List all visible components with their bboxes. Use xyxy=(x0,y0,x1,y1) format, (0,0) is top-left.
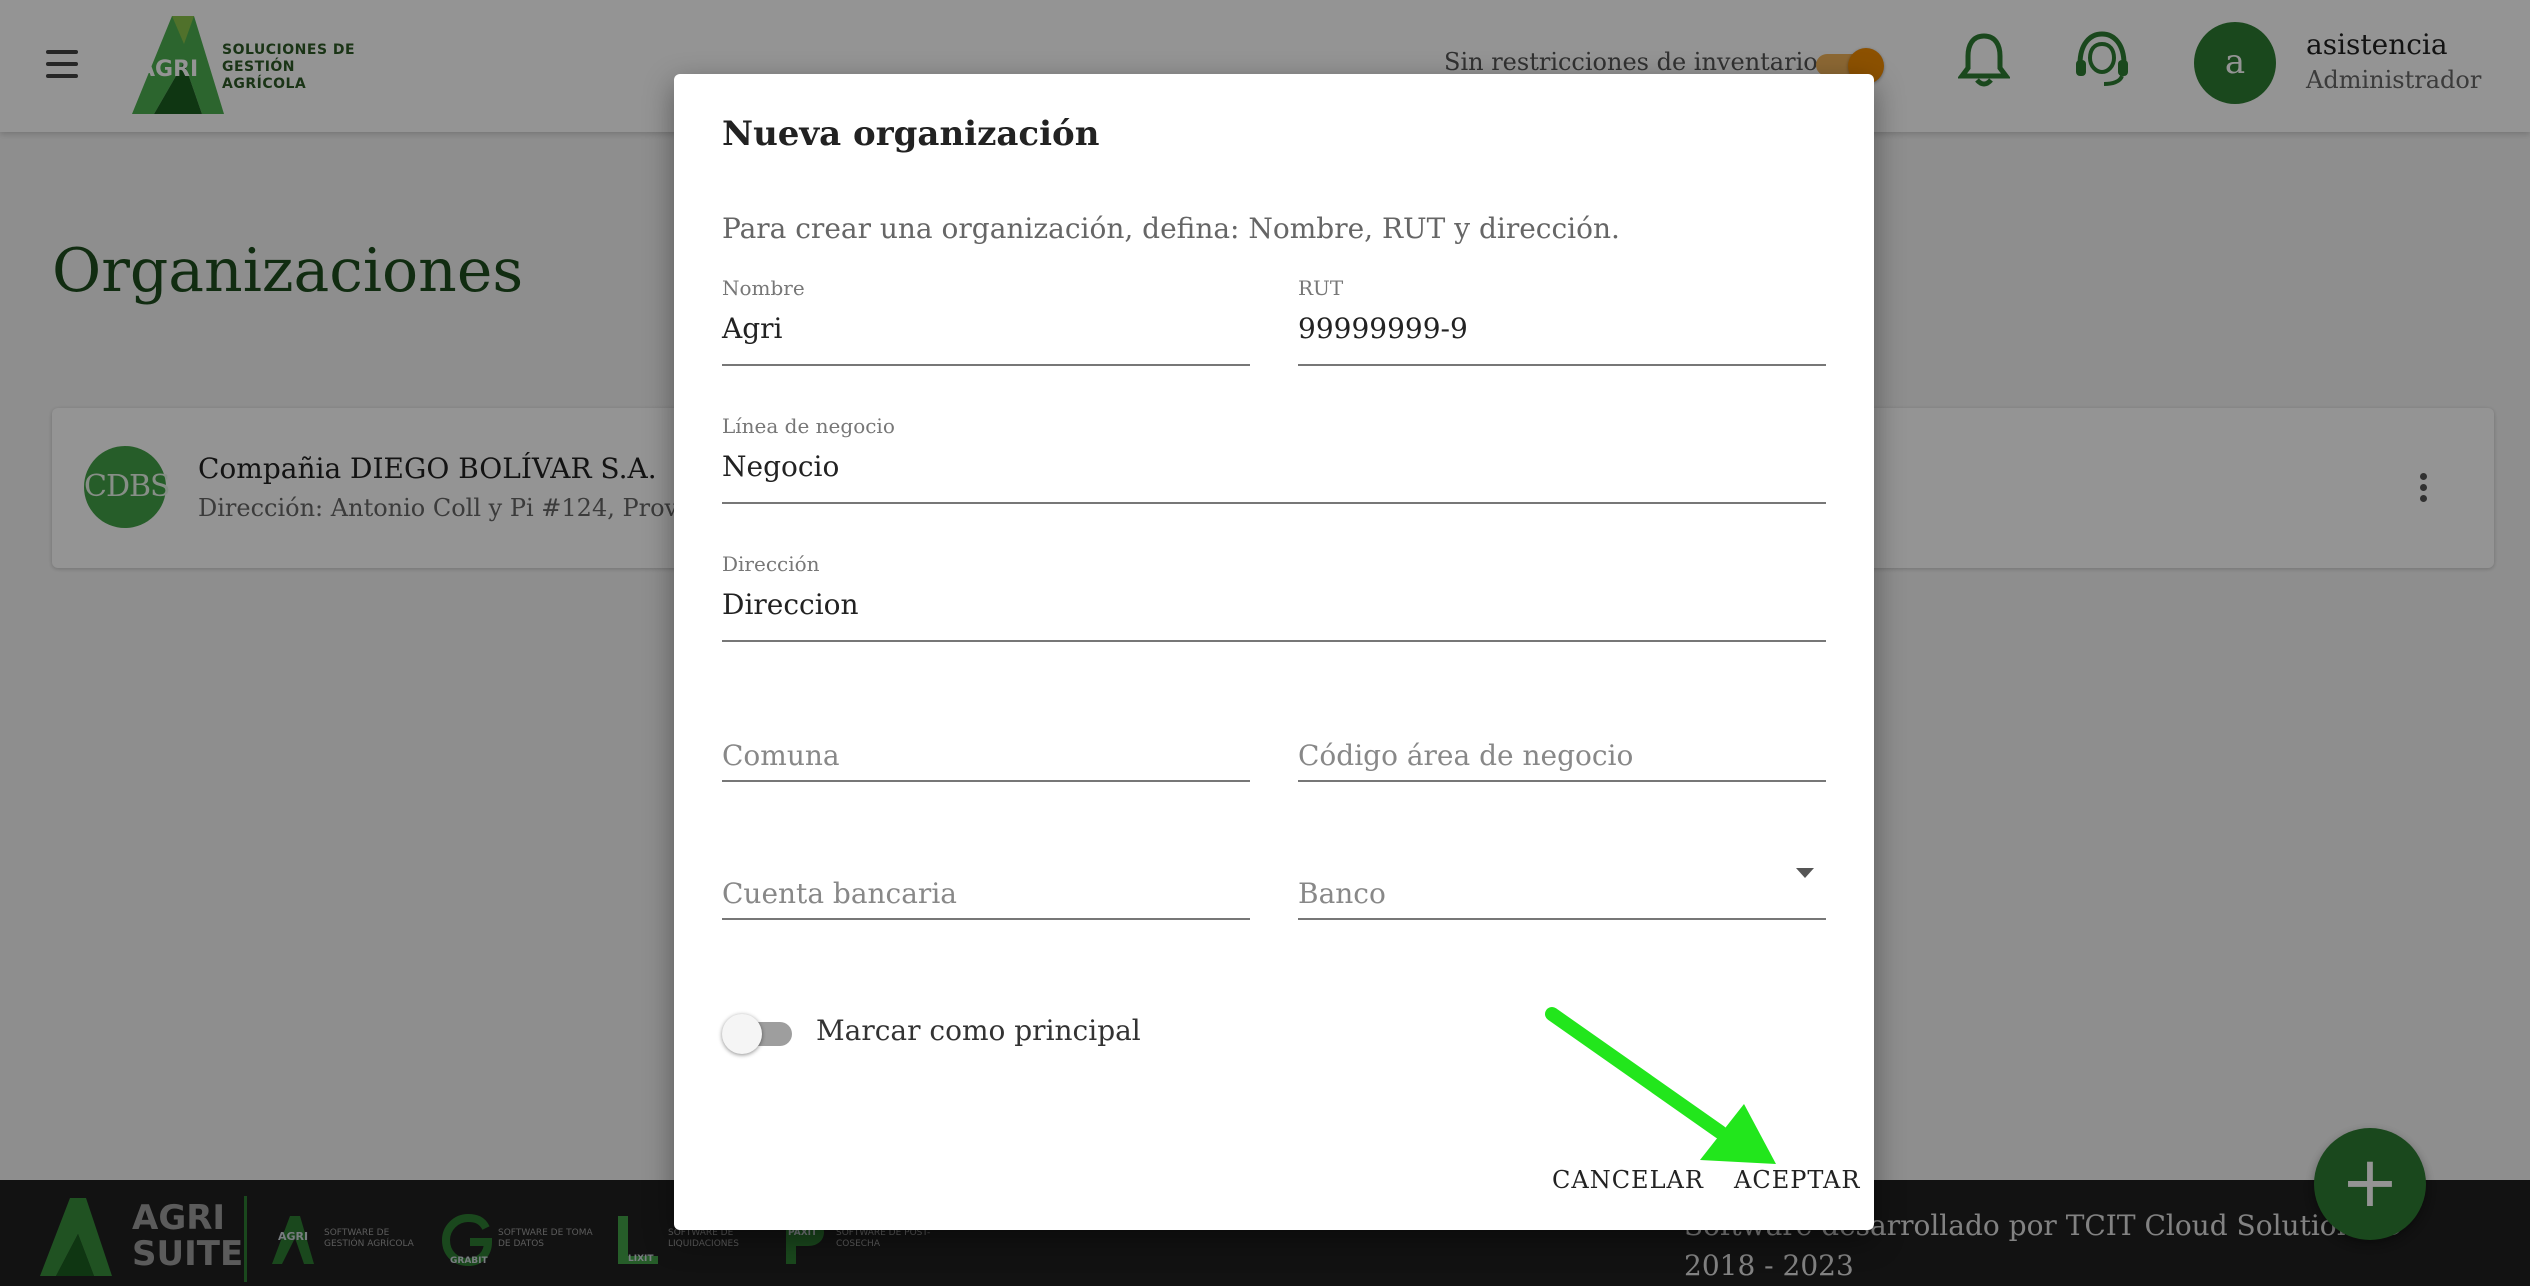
dialog-description: Para crear una organización, defina: Nom… xyxy=(722,212,1620,245)
comuna-placeholder: Comuna xyxy=(722,739,840,772)
direccion-value: Direccion xyxy=(722,588,859,621)
accept-button[interactable]: ACEPTAR xyxy=(1728,1162,1866,1198)
comuna-field[interactable]: Comuna xyxy=(722,704,1250,782)
rut-field[interactable]: RUT 99999999-9 xyxy=(1298,276,1826,366)
linea-negocio-value: Negocio xyxy=(722,450,840,483)
direccion-label: Dirección xyxy=(722,552,820,576)
linea-negocio-field[interactable]: Línea de negocio Negocio xyxy=(722,414,1826,504)
rut-value: 99999999-9 xyxy=(1298,312,1468,345)
principal-toggle-thumb xyxy=(722,1014,762,1054)
linea-negocio-label: Línea de negocio xyxy=(722,414,895,438)
nombre-label: Nombre xyxy=(722,276,805,300)
banco-select[interactable]: Banco xyxy=(1298,842,1826,920)
principal-label: Marcar como principal xyxy=(816,1014,1141,1047)
nombre-field[interactable]: Nombre Agri xyxy=(722,276,1250,366)
codigo-area-field[interactable]: Código área de negocio xyxy=(1298,704,1826,782)
rut-label: RUT xyxy=(1298,276,1344,300)
cancel-button[interactable]: CANCELAR xyxy=(1546,1162,1710,1198)
direccion-field[interactable]: Dirección Direccion xyxy=(722,552,1826,642)
new-organization-dialog: Nueva organización Para crear una organi… xyxy=(674,74,1874,1230)
nombre-value: Agri xyxy=(722,312,783,345)
cuenta-bancaria-field[interactable]: Cuenta bancaria xyxy=(722,842,1250,920)
banco-placeholder: Banco xyxy=(1298,877,1386,910)
cuenta-bancaria-placeholder: Cuenta bancaria xyxy=(722,877,957,910)
principal-toggle[interactable] xyxy=(722,1014,798,1054)
dialog-title: Nueva organización xyxy=(722,114,1100,154)
chevron-down-icon xyxy=(1796,868,1814,878)
codigo-area-placeholder: Código área de negocio xyxy=(1298,739,1634,772)
